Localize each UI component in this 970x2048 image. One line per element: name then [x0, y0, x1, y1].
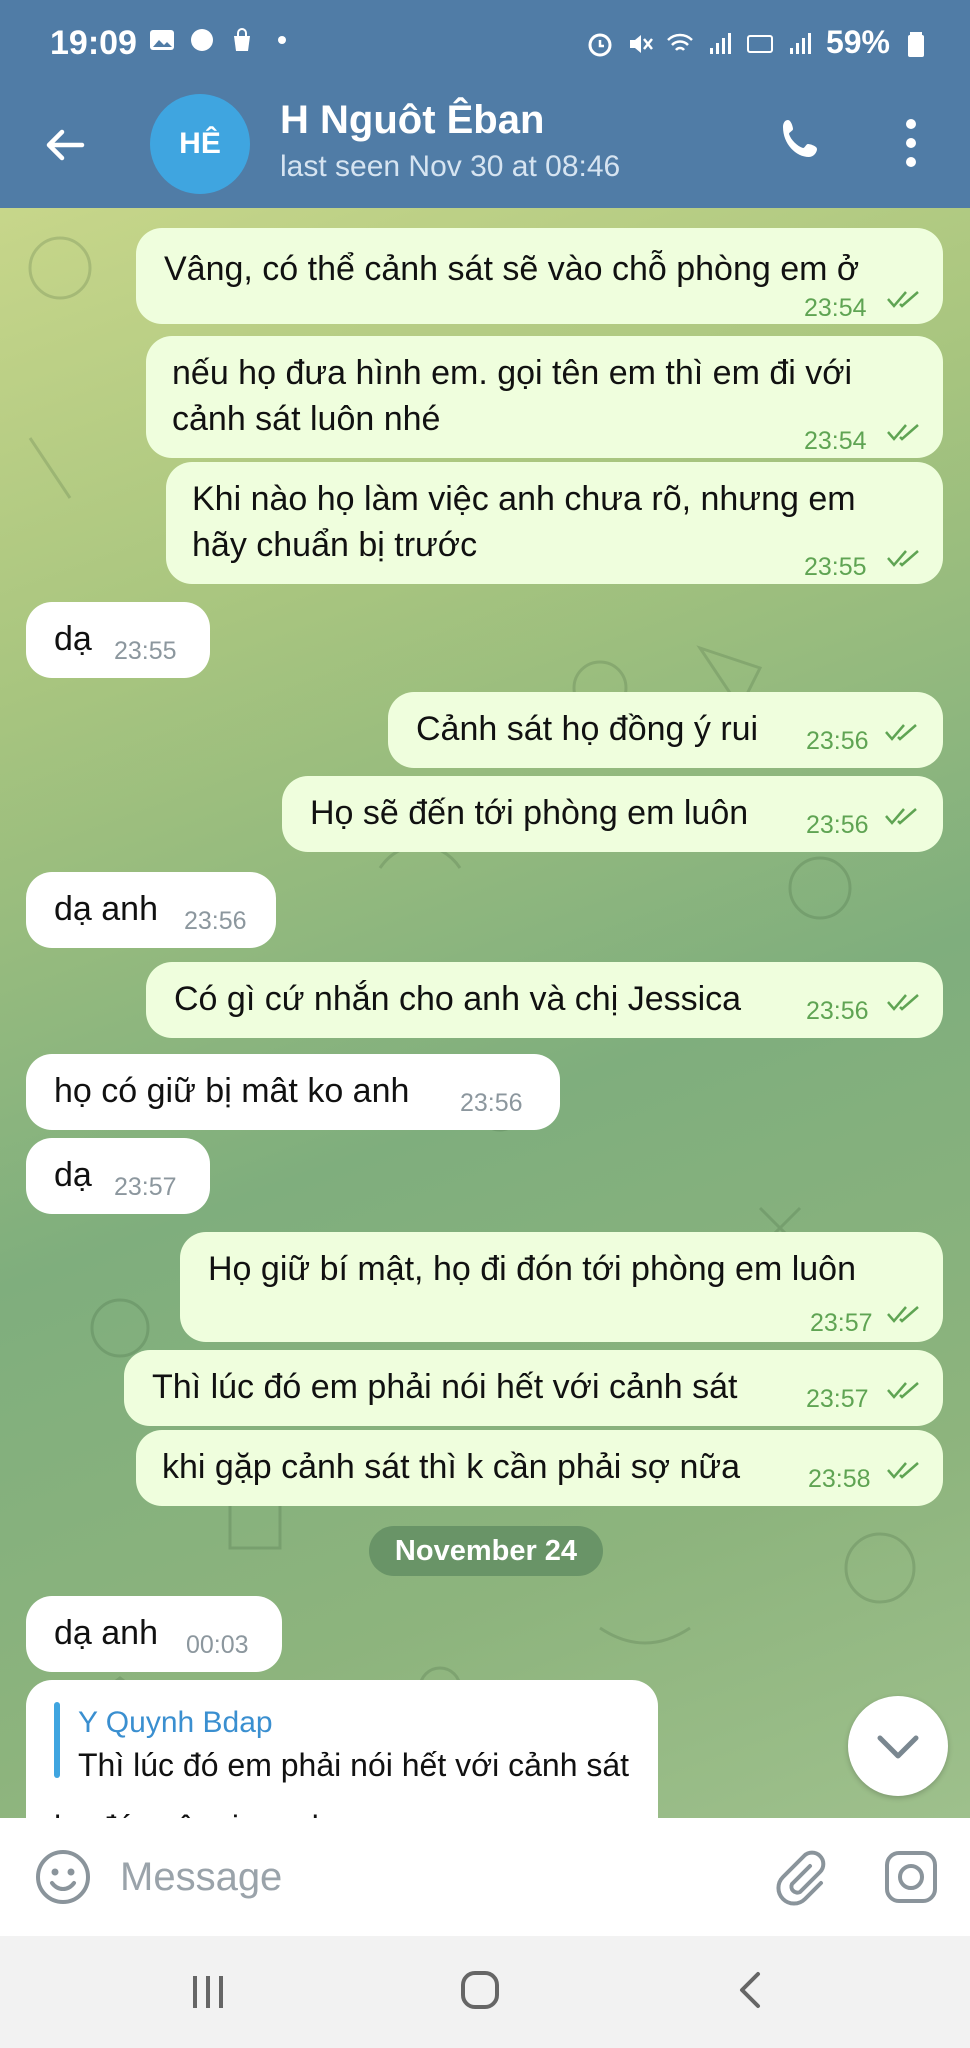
double-check-icon — [885, 808, 917, 825]
message-text: nếu họ đưa hình em. gọi tên em thì em đi… — [172, 354, 853, 392]
mute-icon — [626, 29, 654, 57]
message-time: 23:56 — [184, 907, 247, 935]
message-time: 23:55 — [114, 637, 177, 665]
signal-icon-2 — [786, 29, 814, 57]
signal-icon — [706, 29, 734, 57]
back-arrow-icon[interactable] — [40, 120, 90, 170]
lte-icon — [746, 29, 774, 57]
message-time: 00:03 — [186, 1631, 249, 1659]
gallery-icon — [148, 26, 176, 54]
date-separator: November 24 — [369, 1526, 603, 1576]
message-incoming[interactable]: dạ anh 00:03 — [26, 1596, 282, 1672]
reply-indicator — [54, 1702, 60, 1778]
message-input[interactable] — [120, 1846, 720, 1908]
last-seen-status: last seen Nov 30 at 08:46 — [280, 150, 621, 183]
message-time: 23:56 — [460, 1089, 523, 1117]
double-check-icon — [887, 291, 919, 308]
status-bar: 19:09 59% — [0, 0, 970, 90]
message-outgoing[interactable]: Họ giữ bí mật, họ đi đón tới phòng em lu… — [180, 1232, 943, 1342]
message-time: 23:54 — [804, 427, 867, 455]
message-time: 23:56 — [806, 997, 869, 1025]
message-text: Họ giữ bí mật, họ đi đón tới phòng em lu… — [208, 1250, 856, 1288]
double-check-icon — [887, 1306, 919, 1323]
message-text: dạ — [54, 620, 92, 658]
message-text: họ có giữ bị mât ko anh — [54, 1072, 410, 1110]
phone-icon[interactable] — [770, 110, 830, 170]
camera-icon[interactable] — [882, 1848, 940, 1906]
message-time: 23:57 — [810, 1309, 873, 1337]
system-navigation-bar — [0, 1936, 970, 2048]
scroll-down-button[interactable] — [848, 1696, 948, 1796]
message-outgoing[interactable]: Họ sẽ đến tới phòng em luôn 23:56 — [282, 776, 943, 852]
message-text: dạ anh — [54, 890, 158, 928]
message-outgoing[interactable]: khi gặp cảnh sát thì k cần phải sợ nữa 2… — [136, 1430, 943, 1506]
message-text: họ đón vô roi nơ chư — [54, 1804, 351, 1818]
message-outgoing[interactable]: Có gì cứ nhắn cho anh và chị Jessica 23:… — [146, 962, 943, 1038]
message-text: khi gặp cảnh sát thì k cần phải sợ nữa — [162, 1448, 741, 1486]
battery-percent: 59% — [825, 24, 890, 60]
emoji-icon[interactable] — [34, 1848, 92, 1906]
message-time: 23:56 — [806, 811, 869, 839]
message-incoming-reply[interactable]: Y Quynh Bdap Thì lúc đó em phải nói hết … — [26, 1680, 658, 1818]
message-text: hãy chuẩn bị trước — [192, 526, 478, 564]
alarm-icon — [586, 29, 614, 57]
message-outgoing[interactable]: Thì lúc đó em phải nói hết với cảnh sát … — [124, 1350, 943, 1426]
message-text: Cảnh sát họ đồng ý rui — [416, 710, 759, 748]
message-outgoing[interactable]: Vâng, có thể cảnh sát sẽ vào chỗ phòng e… — [136, 228, 943, 324]
message-incoming[interactable]: họ có giữ bị mât ko anh 23:56 — [26, 1054, 560, 1130]
message-time: 23:57 — [114, 1173, 177, 1201]
double-check-icon — [887, 550, 919, 567]
message-text: dạ — [54, 1156, 92, 1194]
message-outgoing[interactable]: nếu họ đưa hình em. gọi tên em thì em đi… — [146, 336, 943, 458]
double-check-icon — [887, 1462, 919, 1479]
more-vert-icon[interactable] — [896, 116, 926, 170]
system-icons: 59% — [586, 24, 930, 61]
message-text: Khi nào họ làm việc anh chưa rõ, nhưng e… — [192, 480, 856, 518]
message-time: 23:56 — [806, 727, 869, 755]
message-incoming[interactable]: dạ 23:55 — [26, 602, 210, 678]
message-text: Thì lúc đó em phải nói hết với cảnh sát — [152, 1368, 738, 1406]
double-check-icon — [885, 724, 917, 741]
double-check-icon — [887, 994, 919, 1011]
wifi-icon — [666, 29, 694, 57]
message-time: 23:57 — [806, 1385, 869, 1413]
shopping-bag-icon — [228, 26, 256, 54]
message-text: Có gì cứ nhắn cho anh và chị Jessica — [174, 980, 742, 1018]
message-incoming[interactable]: dạ 23:57 — [26, 1138, 210, 1214]
message-text: Họ sẽ đến tới phòng em luôn — [310, 794, 749, 832]
message-time: 23:54 — [804, 294, 867, 322]
double-check-icon — [887, 1382, 919, 1399]
message-outgoing[interactable]: Cảnh sát họ đồng ý rui 23:56 — [388, 692, 943, 768]
message-time: 23:55 — [804, 553, 867, 581]
message-text: Vâng, có thể cảnh sát sẽ vào chỗ phòng e… — [164, 250, 860, 288]
message-composer — [0, 1818, 970, 1936]
notification-icons — [148, 26, 296, 54]
recent-apps-icon[interactable] — [186, 1970, 230, 2014]
dot-icon — [268, 26, 296, 54]
signal-app-icon — [188, 26, 216, 54]
message-time: 23:58 — [808, 1465, 871, 1493]
message-text: cảnh sát luôn nhé — [172, 400, 441, 438]
status-time: 19:09 — [50, 24, 137, 62]
avatar[interactable]: HÊ — [150, 94, 250, 194]
message-list[interactable]: Vâng, có thể cảnh sát sẽ vào chỗ phòng e… — [0, 208, 970, 1818]
reply-author[interactable]: Y Quynh Bdap — [78, 1700, 273, 1746]
battery-icon — [902, 29, 930, 57]
attach-icon[interactable] — [770, 1846, 830, 1906]
message-outgoing[interactable]: Khi nào họ làm việc anh chưa rõ, nhưng e… — [166, 462, 943, 584]
double-check-icon — [887, 424, 919, 441]
chevron-down-icon — [877, 1735, 919, 1759]
nav-back-icon[interactable] — [730, 1968, 774, 2012]
chat-header: HÊ H Nguôt Êban last seen Nov 30 at 08:4… — [0, 90, 970, 208]
home-icon[interactable] — [458, 1968, 502, 2012]
message-text: dạ anh — [54, 1614, 158, 1652]
reply-quoted-text[interactable]: Thì lúc đó em phải nói hết với cảnh sát — [78, 1742, 629, 1788]
contact-name[interactable]: H Nguôt Êban — [280, 98, 544, 143]
message-incoming[interactable]: dạ anh 23:56 — [26, 872, 276, 948]
